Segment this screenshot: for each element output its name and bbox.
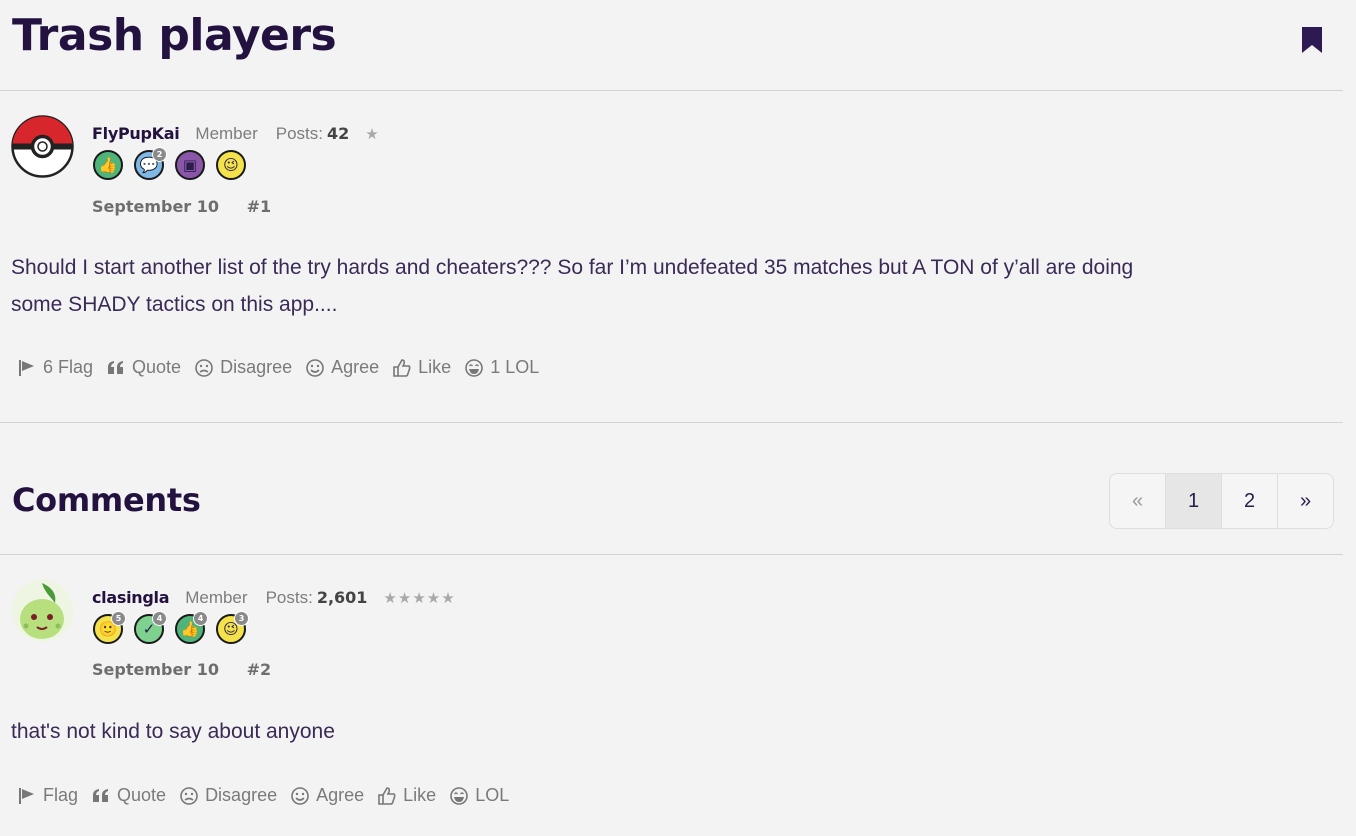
post-actions: Flag Quote Disagree Agree Like LOL <box>17 785 509 806</box>
avatar-flypupkai[interactable] <box>11 115 74 178</box>
smile-icon[interactable]: 🙂 5 <box>93 611 126 644</box>
post-date[interactable]: September 10 <box>92 197 219 216</box>
disagree-icon <box>194 358 214 378</box>
disagree-label: Disagree <box>220 357 293 377</box>
disagree-icon <box>179 786 199 806</box>
rank-stars: ★ <box>365 125 380 143</box>
badge-count: 4 <box>193 611 208 626</box>
badge-glyph: 😉 <box>223 156 239 174</box>
like-label: Like <box>403 785 437 805</box>
rank-stars: ★★★★★ <box>383 589 456 607</box>
user-badges: 👍 💬 2 ▣ 😉 <box>93 147 246 180</box>
bookmark-icon[interactable] <box>1301 27 1323 53</box>
quote-label: Quote <box>117 785 167 805</box>
post-dateline: September 10 #1 <box>92 197 293 216</box>
badge-glyph: 👍 <box>98 156 118 174</box>
username-link[interactable]: FlyPupKai <box>92 124 180 143</box>
badge-count: 4 <box>152 611 167 626</box>
post-body: that's not kind to say about anyone <box>11 713 1331 750</box>
check-icon[interactable]: ✓ 4 <box>134 611 167 644</box>
flag-icon <box>17 786 37 806</box>
post-number[interactable]: #1 <box>247 197 272 216</box>
thumbs-up-icon[interactable]: 👍 <box>93 150 123 180</box>
post-author-meta: FlyPupKai Member Posts: 42 ★ <box>92 124 380 144</box>
quote-icon <box>91 786 111 806</box>
agree-icon <box>305 358 325 378</box>
post-date[interactable]: September 10 <box>92 660 219 679</box>
like-icon <box>392 358 412 378</box>
thread-title: Trash players <box>12 10 337 61</box>
divider <box>0 90 1343 91</box>
quote-icon <box>106 358 126 378</box>
disagree-button[interactable]: Disagree <box>194 357 292 378</box>
badge-count: 5 <box>111 611 126 626</box>
user-badges: 🙂 5 ✓ 4 👍 4 😉 3 <box>93 611 249 644</box>
posts-label: Posts: <box>275 124 324 143</box>
post-body: Should I start another list of the try h… <box>11 249 1331 323</box>
like-button[interactable]: Like <box>392 357 451 378</box>
thumbs-up-icon[interactable]: 👍 4 <box>175 611 208 644</box>
agree-icon <box>290 786 310 806</box>
pagination-page-1[interactable]: 1 <box>1165 474 1221 528</box>
wink-icon[interactable]: 😉 3 <box>216 611 249 644</box>
lol-label: LOL <box>475 785 510 805</box>
post-author-meta: clasingla Member Posts: 2,601 ★★★★★ <box>92 588 456 608</box>
user-role: Member <box>195 124 258 143</box>
pokeball-icon <box>11 115 74 178</box>
badge-count: 3 <box>234 611 249 626</box>
post-number[interactable]: #2 <box>247 660 272 679</box>
divider <box>0 422 1343 423</box>
like-icon <box>377 786 397 806</box>
lol-button[interactable]: LOL <box>449 785 509 806</box>
lol-button[interactable]: 1 LOL <box>464 357 539 378</box>
quote-button[interactable]: Quote <box>106 357 181 378</box>
post-body-line: some SHADY tactics on this app.... <box>11 293 338 316</box>
flag-label: Flag <box>43 785 79 805</box>
pagination-page-2[interactable]: 2 <box>1221 474 1277 528</box>
agree-label: Agree <box>331 357 380 377</box>
badge-count: 2 <box>152 147 167 162</box>
comment-icon[interactable]: 💬 2 <box>134 147 167 180</box>
user-role: Member <box>185 588 248 607</box>
agree-button[interactable]: Agree <box>290 785 364 806</box>
disagree-label: Disagree <box>205 785 278 805</box>
pagination-next[interactable]: » <box>1277 474 1333 528</box>
post-body-line: that's not kind to say about anyone <box>11 720 335 743</box>
badge-glyph: ▣ <box>182 156 198 174</box>
like-button[interactable]: Like <box>377 785 436 806</box>
post-actions: 6 Flag Quote Disagree Agree Like 1 LOL <box>17 357 539 378</box>
flag-button[interactable]: Flag <box>17 785 78 806</box>
posts-count: 2,601 <box>316 588 368 607</box>
post-dateline: September 10 #2 <box>92 660 293 679</box>
lol-icon <box>449 786 469 806</box>
flag-button[interactable]: 6 Flag <box>17 357 93 378</box>
wink-icon[interactable]: 😉 <box>216 150 246 180</box>
photo-icon[interactable]: ▣ <box>175 150 205 180</box>
username-link[interactable]: clasingla <box>92 588 170 607</box>
post-body-line: Should I start another list of the try h… <box>11 256 1134 279</box>
avatar-clasingla[interactable] <box>11 579 74 642</box>
lol-label: 1 LOL <box>490 357 540 377</box>
flag-label: 6 Flag <box>43 357 94 377</box>
posts-label: Posts: <box>265 588 313 607</box>
lol-icon <box>464 358 484 378</box>
quote-label: Quote <box>132 357 182 377</box>
pagination: « 1 2 » <box>1109 473 1334 529</box>
quote-button[interactable]: Quote <box>91 785 166 806</box>
chikorita-avatar-icon <box>11 579 74 642</box>
agree-label: Agree <box>316 785 365 805</box>
pagination-prev[interactable]: « <box>1110 474 1165 528</box>
disagree-button[interactable]: Disagree <box>179 785 277 806</box>
flag-icon <box>17 358 37 378</box>
divider <box>0 554 1343 555</box>
posts-count: 42 <box>327 124 350 143</box>
agree-button[interactable]: Agree <box>305 357 379 378</box>
like-label: Like <box>418 357 452 377</box>
comments-heading: Comments <box>12 481 201 519</box>
